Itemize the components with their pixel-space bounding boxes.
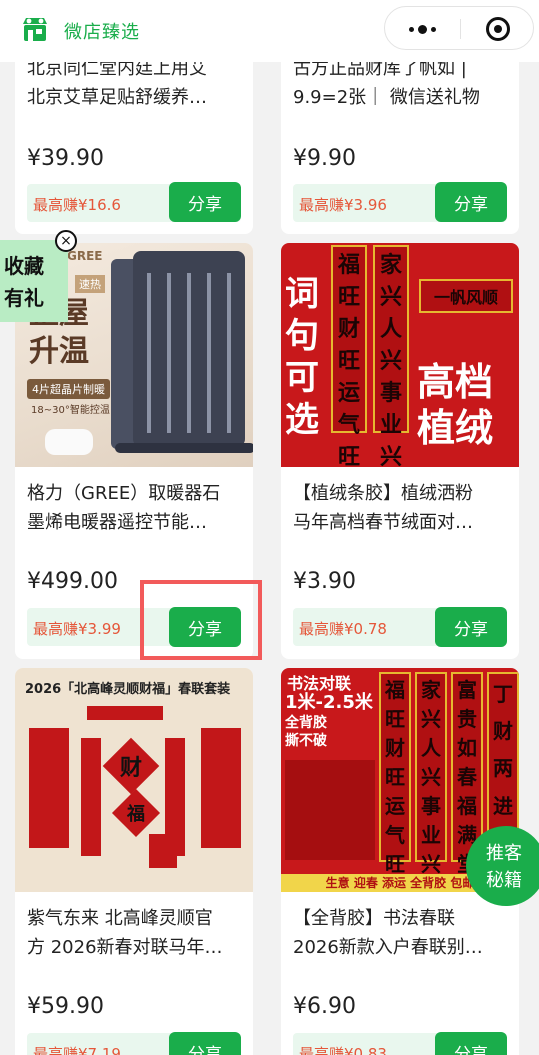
product-title: 古方正品财库了帆如 | 9.9=2张｜ 微信送礼物: [293, 58, 480, 108]
product-title: 北京同仁堂内廷上用艾 北京艾草足贴舒缓养…: [27, 58, 207, 108]
image-text-left: 词 句 可 选: [285, 274, 319, 440]
image-text: 1米-2.5米: [285, 692, 373, 713]
diamond-char: 福: [127, 804, 145, 825]
couplet-scroll: 富贵如春福满堂: [451, 672, 483, 876]
image-tag: 撕不破: [285, 733, 327, 749]
couplet-scroll: 家兴人兴事业兴: [373, 245, 409, 467]
product-title: 格力（GREE）取暖器石 墨烯电暖器遥控节能…: [27, 483, 221, 533]
share-button[interactable]: 分享: [435, 607, 507, 647]
image-tag: 全背胶: [285, 715, 327, 731]
product-price: ¥6.90: [293, 994, 356, 1019]
share-button[interactable]: 分享: [169, 1032, 241, 1055]
product-card[interactable]: 北京同仁堂内廷上用艾 北京艾草足贴舒缓养… ¥39.90 最高赚¥16.6 分享: [15, 36, 253, 234]
product-price: ¥9.90: [293, 146, 356, 171]
couplet-scroll: 福旺财旺运气旺: [379, 672, 411, 876]
brand-label: GREE: [67, 249, 103, 263]
share-button[interactable]: 分享: [435, 1032, 507, 1055]
remote-control-image: [45, 429, 93, 455]
product-card[interactable]: 词 句 可 选 福旺财旺运气旺 家兴人兴事业兴 一帆风顺 高档 植绒 【植绒条胶…: [281, 243, 519, 659]
product-title: 【全背胶】书法春联 2026新款入户春联别…: [293, 908, 483, 958]
more-dots-icon[interactable]: [385, 7, 460, 51]
couplet-banner: 一帆风顺: [419, 279, 513, 313]
promo-tips-button[interactable]: 推客 秘籍: [466, 826, 539, 906]
top-navigation-bar: 微店臻选: [0, 0, 539, 62]
image-tag: 速热: [75, 275, 105, 293]
share-button[interactable]: 分享: [435, 182, 507, 222]
couplet-scroll: 家兴人兴事业兴: [415, 672, 447, 876]
app-title: 微店臻选: [64, 22, 140, 43]
share-button[interactable]: 分享: [169, 182, 241, 222]
image-text-right: 高档 植绒: [417, 360, 494, 450]
product-price: ¥39.90: [27, 146, 104, 171]
product-title: 紫气东来 北高峰灵顺官 方 2026新春对联马年…: [27, 908, 223, 958]
product-price: ¥499.00: [27, 569, 118, 594]
mini-program-capsule: [384, 6, 534, 50]
couplet-scroll: 福旺财旺运气旺: [331, 245, 367, 467]
product-image-couplets[interactable]: 词 句 可 选 福旺财旺运气旺 家兴人兴事业兴 一帆风顺 高档 植绒: [281, 243, 519, 467]
close-icon[interactable]: ×: [55, 230, 77, 252]
product-price: ¥59.90: [27, 994, 104, 1019]
favorite-gift-badge[interactable]: 收藏 有礼: [0, 240, 68, 322]
image-headline: 2026「北高峰灵顺财福」春联套装: [25, 682, 231, 697]
diamond-char: 财: [119, 755, 143, 781]
storefront-icon[interactable]: [20, 14, 50, 44]
product-title: 【植绒条胶】植绒洒粉 马年高档春节绒面对…: [293, 483, 473, 533]
product-image-couplet-set[interactable]: 2026「北高峰灵顺财福」春联套装 财 福: [15, 668, 253, 892]
product-card[interactable]: 古方正品财库了帆如 | 9.9=2张｜ 微信送礼物 ¥9.90 最高赚¥3.96…: [281, 36, 519, 234]
image-tag: 4片超晶片制暖: [27, 379, 110, 399]
product-price: ¥3.90: [293, 569, 356, 594]
highlight-frame: [140, 580, 262, 660]
product-card[interactable]: 2026「北高峰灵顺财福」春联套装 财 福 紫气东来 北高峰灵顺官 方 2026…: [15, 668, 253, 1055]
close-circle-icon[interactable]: [460, 7, 535, 51]
image-tag: 18~30°智能控温: [31, 405, 110, 416]
